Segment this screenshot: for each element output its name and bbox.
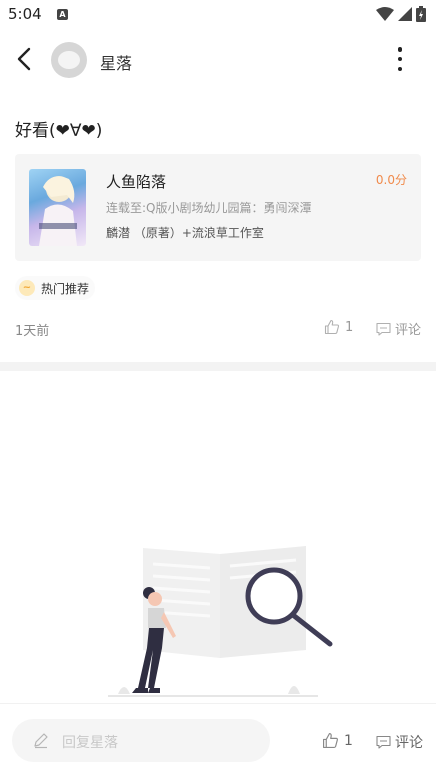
like-button[interactable]: 1	[324, 319, 353, 335]
book-card[interactable]: 人鱼陷落 0.0分 连载至:Q版小剧场幼儿园篇：勇闯深潭 麟潜 （原著）+流浪草…	[15, 154, 421, 261]
bottom-like-count: 1	[344, 732, 353, 749]
chevron-left-icon	[17, 47, 31, 71]
status-time: 5:04	[8, 5, 42, 23]
bottom-like-button[interactable]: 1	[322, 732, 353, 749]
status-icons	[376, 6, 426, 22]
book-progress: 连载至:Q版小剧场幼儿园篇：勇闯深潭	[106, 201, 312, 215]
like-count: 1	[345, 319, 354, 335]
reply-placeholder: 回复星落	[62, 735, 118, 751]
post-text: 好看(❤∀❤)	[15, 121, 103, 141]
bottom-comment-label: 评论	[395, 735, 423, 751]
comment-label: 评论	[395, 323, 422, 338]
section-divider	[0, 362, 436, 371]
comment-icon	[376, 735, 391, 749]
back-button[interactable]	[12, 46, 38, 72]
book-title: 人鱼陷落	[106, 173, 167, 191]
tag-label: 热门推荐	[41, 281, 90, 296]
comment-button[interactable]: 评论	[376, 319, 421, 338]
thumbs-up-icon	[324, 319, 340, 335]
book-score: 0.0分	[375, 173, 407, 187]
signal-icon	[398, 7, 412, 21]
bottom-comment-button[interactable]: 评论	[376, 732, 423, 752]
more-button[interactable]	[388, 44, 412, 74]
trend-icon: ~	[19, 280, 35, 296]
pen-icon	[34, 733, 48, 749]
user-name[interactable]: 星落	[100, 50, 132, 74]
thumbs-up-icon	[323, 733, 338, 748]
book-cover-image	[29, 169, 86, 246]
a-icon: A	[57, 9, 68, 20]
post-detail-page: 5:04 A 星落 好看(❤∀❤) 人鱼陷落 0.0分 连载至:Q版小剧场幼儿园…	[0, 0, 436, 775]
status-bar: 5:04 A	[0, 0, 436, 30]
post-time: 1天前	[15, 324, 50, 339]
reply-input[interactable]: 回复星落	[12, 719, 270, 762]
wifi-icon	[376, 7, 394, 21]
book-authors: 麟潜 （原著）+流浪草工作室	[106, 226, 264, 240]
more-vertical-icon	[397, 47, 403, 52]
header: 星落	[0, 34, 436, 86]
avatar[interactable]	[51, 42, 87, 78]
avatar-image	[58, 51, 80, 69]
hot-recommend-tag[interactable]: ~ 热门推荐	[15, 276, 96, 300]
battery-icon	[416, 6, 426, 22]
empty-comments-illustration	[108, 546, 333, 697]
bottom-bar: 回复星落 1 评论	[0, 703, 436, 775]
comment-icon	[376, 322, 391, 336]
